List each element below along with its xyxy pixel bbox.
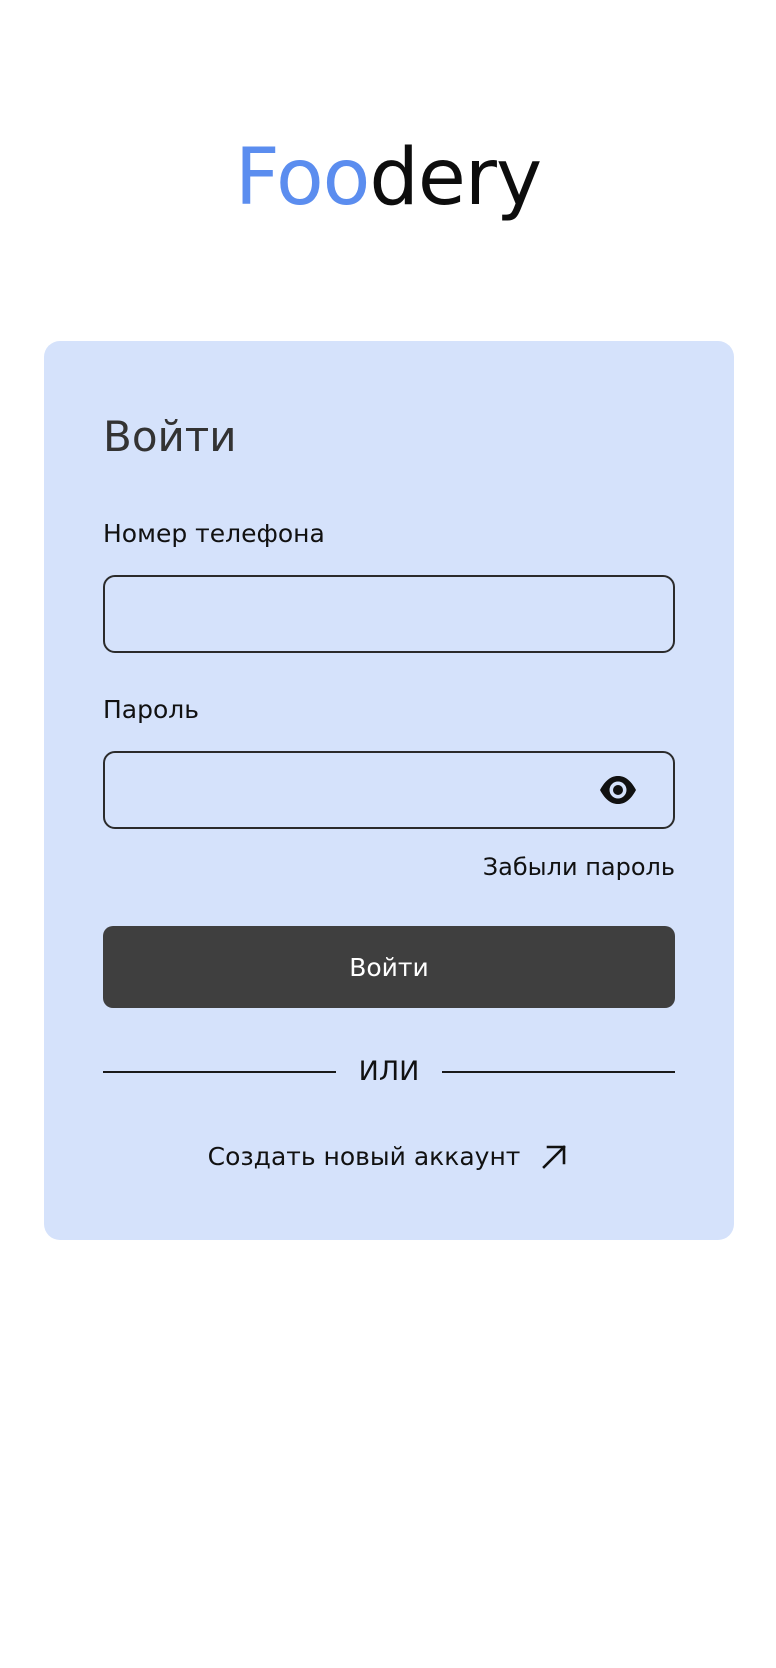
logo-part-dery: dery bbox=[369, 133, 542, 223]
password-label: Пароль bbox=[103, 695, 199, 724]
phone-input[interactable] bbox=[103, 575, 675, 653]
create-account-link[interactable]: Создать новый аккаунт bbox=[44, 1139, 734, 1175]
arrow-up-right-icon bbox=[542, 1145, 567, 1169]
forgot-password-link[interactable]: Забыли пароль bbox=[483, 851, 675, 883]
app-logo: Foodery bbox=[0, 128, 776, 228]
divider-line-left bbox=[103, 1071, 336, 1073]
eye-icon[interactable] bbox=[598, 770, 638, 810]
login-button[interactable]: Войти bbox=[103, 926, 675, 1008]
login-card: Войти Номер телефона Пароль Забыли парол… bbox=[44, 341, 734, 1240]
divider-text: ИЛИ bbox=[358, 1056, 420, 1087]
login-title: Войти bbox=[103, 412, 237, 461]
password-input[interactable] bbox=[103, 751, 675, 829]
create-account-label: Создать новый аккаунт bbox=[207, 1142, 521, 1171]
divider-line-right bbox=[442, 1071, 675, 1073]
logo-part-foo: Foo bbox=[234, 133, 371, 223]
phone-label: Номер телефона bbox=[103, 519, 325, 548]
